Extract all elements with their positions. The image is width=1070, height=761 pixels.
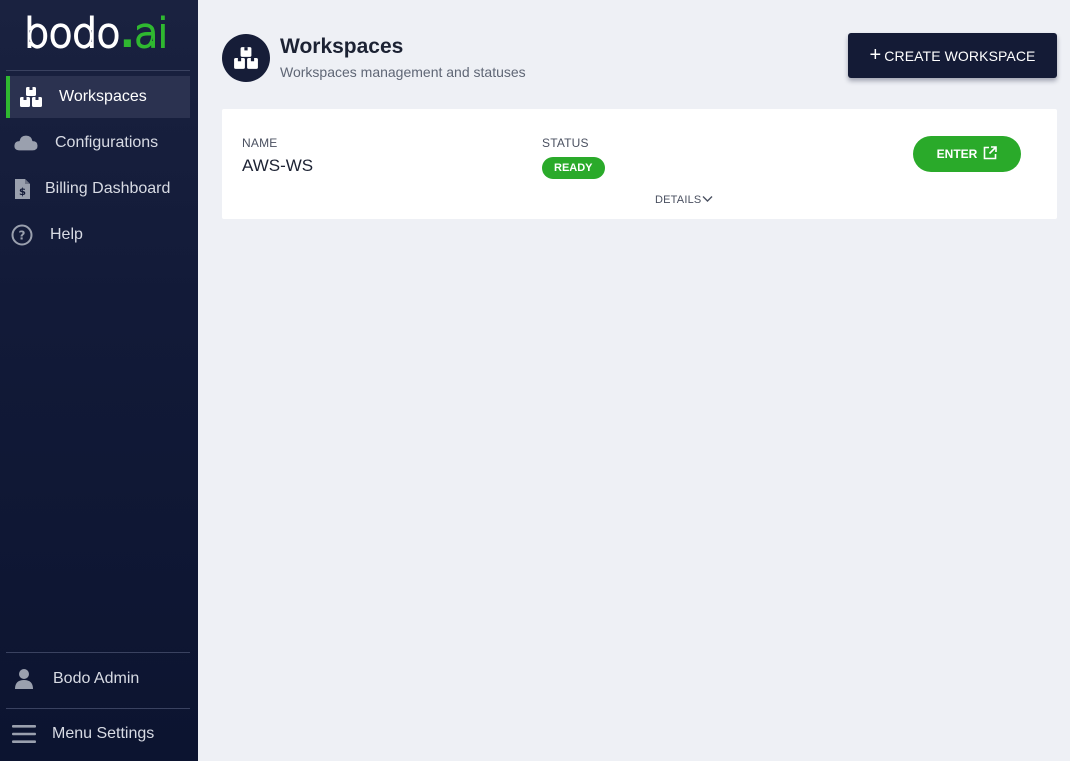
hamburger-icon bbox=[12, 722, 36, 746]
logo-text-main: bodo bbox=[23, 11, 122, 57]
sidebar-item-help[interactable]: ? Help bbox=[6, 214, 190, 256]
sidebar-item-configurations[interactable]: Configurations bbox=[6, 122, 190, 164]
status-badge-text: READY bbox=[554, 162, 593, 174]
details-toggle[interactable]: DETAILS bbox=[655, 194, 713, 206]
enter-workspace-button[interactable]: ENTER bbox=[913, 136, 1021, 172]
page-title: Workspaces bbox=[280, 35, 404, 58]
logo-text-ai: ai bbox=[133, 11, 170, 57]
user-profile[interactable]: Bodo Admin bbox=[6, 658, 190, 700]
sidebar-item-workspaces[interactable]: Workspaces bbox=[6, 76, 190, 118]
workspace-name: AWS-WS bbox=[242, 156, 314, 175]
sidebar-item-label: Workspaces bbox=[59, 88, 147, 105]
svg-text:?: ? bbox=[19, 229, 26, 243]
create-workspace-label: CREATE WORKSPACE bbox=[884, 47, 1036, 64]
status-badge: READY bbox=[542, 157, 605, 179]
header-workspaces-icon bbox=[222, 34, 270, 82]
workspaces-icon bbox=[19, 85, 43, 109]
plus-icon: + bbox=[869, 43, 882, 66]
workspace-card: NAME STATUS AWS-WS READY ENTER DETAILS bbox=[222, 109, 1057, 219]
help-icon: ? bbox=[10, 223, 34, 247]
sidebar-item-label: Help bbox=[50, 226, 83, 243]
page-subtitle: Workspaces management and statuses bbox=[280, 64, 526, 80]
svg-text:$: $ bbox=[19, 187, 26, 198]
sidebar-divider bbox=[6, 708, 190, 709]
logo-text-dot: . bbox=[119, 11, 135, 57]
external-link-icon bbox=[983, 145, 998, 163]
menu-settings-label: Menu Settings bbox=[52, 725, 155, 742]
create-workspace-button[interactable]: + CREATE WORKSPACE bbox=[848, 33, 1057, 78]
enter-label: ENTER bbox=[936, 147, 978, 161]
status-column-header: STATUS bbox=[542, 136, 589, 150]
cloud-icon bbox=[14, 131, 38, 155]
user-icon bbox=[12, 667, 36, 691]
sidebar-divider bbox=[6, 70, 190, 71]
user-name: Bodo Admin bbox=[53, 670, 140, 687]
name-column-header: NAME bbox=[242, 136, 278, 150]
sidebar-item-label: Configurations bbox=[55, 134, 159, 151]
sidebar: bodo.ai Workspaces Configurations $ Bill… bbox=[0, 0, 198, 761]
chevron-down-icon bbox=[702, 194, 713, 206]
menu-settings[interactable]: Menu Settings bbox=[6, 713, 190, 755]
details-label: DETAILS bbox=[655, 194, 702, 206]
bodo-logo[interactable]: bodo.ai bbox=[23, 11, 170, 57]
sidebar-divider bbox=[6, 652, 190, 653]
main-content: Workspaces Workspaces management and sta… bbox=[198, 0, 1070, 761]
sidebar-item-label: Billing Dashboard bbox=[45, 180, 171, 197]
sidebar-item-billing-dashboard[interactable]: $ Billing Dashboard bbox=[6, 168, 190, 210]
billing-icon: $ bbox=[10, 177, 34, 201]
